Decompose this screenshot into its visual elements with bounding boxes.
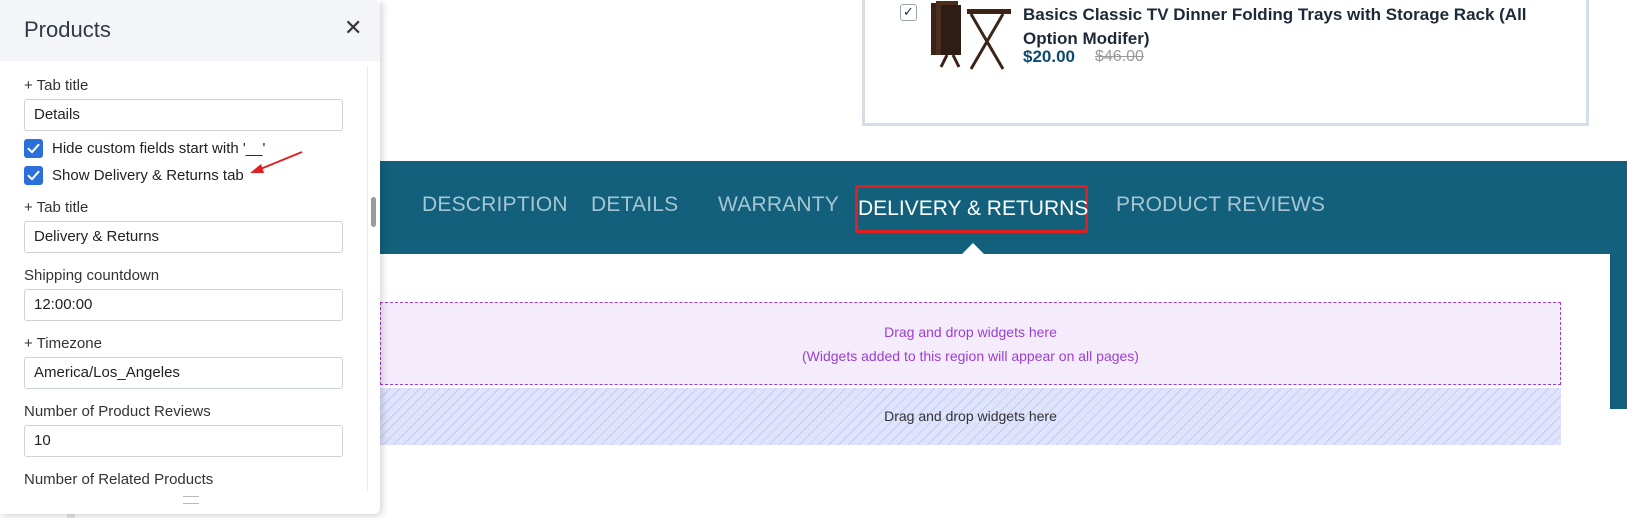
product-card: ✓ Basics Classic TV Dinner Folding Trays… xyxy=(862,0,1589,126)
panel-scrollbar-thumb[interactable] xyxy=(371,197,376,227)
annotation-arrow-icon xyxy=(250,151,303,173)
delivery-tab-title-label[interactable]: + Tab title xyxy=(24,199,88,216)
global-widget-region[interactable]: Drag and drop widgets here (Widgets adde… xyxy=(380,302,1561,385)
tab-product-reviews[interactable]: PRODUCT REVIEWS xyxy=(1116,193,1325,217)
product-reviews-count-label: Number of Product Reviews xyxy=(24,403,211,420)
resize-handle-icon[interactable] xyxy=(183,496,199,504)
panel-title: Products xyxy=(24,17,111,42)
page-widget-region[interactable]: Drag and drop widgets here xyxy=(380,388,1561,445)
tab-warranty[interactable]: WARRANTY xyxy=(718,193,839,217)
active-tab-indicator xyxy=(962,243,984,254)
delivery-tab-title-input[interactable]: Delivery & Returns xyxy=(24,221,343,253)
hide-custom-fields-checkbox[interactable] xyxy=(24,139,43,158)
panel-header: Products ✕ xyxy=(0,0,380,61)
product-price: $20.00 xyxy=(1023,47,1075,66)
timezone-input[interactable]: America/Los_Angeles xyxy=(24,357,343,389)
product-old-price: $46.00 xyxy=(1095,48,1144,65)
show-delivery-label: Show Delivery & Returns tab xyxy=(52,167,244,184)
show-delivery-checkbox[interactable] xyxy=(24,166,43,185)
close-icon[interactable]: ✕ xyxy=(344,17,362,41)
checkmark-icon xyxy=(27,170,40,181)
products-settings-panel: Products ✕ + Tab title Details Hide cust… xyxy=(0,0,380,514)
related-products-count-label: Number of Related Products xyxy=(24,471,214,488)
product-checkbox[interactable]: ✓ xyxy=(900,4,917,21)
tab-title-input[interactable]: Details xyxy=(24,99,343,131)
tab-description[interactable]: DESCRIPTION xyxy=(422,193,568,217)
hide-custom-fields-label: Hide custom fields start with '__' xyxy=(52,140,266,157)
global-region-hint: (Widgets added to this region will appea… xyxy=(802,348,1139,364)
checkmark-icon xyxy=(27,143,40,154)
shipping-countdown-input[interactable]: 12:00:00 xyxy=(24,289,343,321)
product-image xyxy=(931,1,1011,70)
tab-title-label[interactable]: + Tab title xyxy=(24,77,88,94)
tab-details[interactable]: DETAILS xyxy=(591,193,678,217)
tab-delivery-returns[interactable]: DELIVERY & RETURNS xyxy=(855,185,1088,233)
product-reviews-count-input[interactable]: 10 xyxy=(24,425,343,457)
global-region-title: Drag and drop widgets here xyxy=(884,324,1057,340)
panel-scrollbar[interactable] xyxy=(367,66,380,491)
product-title[interactable]: Basics Classic TV Dinner Folding Trays w… xyxy=(1023,3,1543,51)
timezone-label[interactable]: + Timezone xyxy=(24,335,102,352)
shipping-countdown-label: Shipping countdown xyxy=(24,267,160,284)
